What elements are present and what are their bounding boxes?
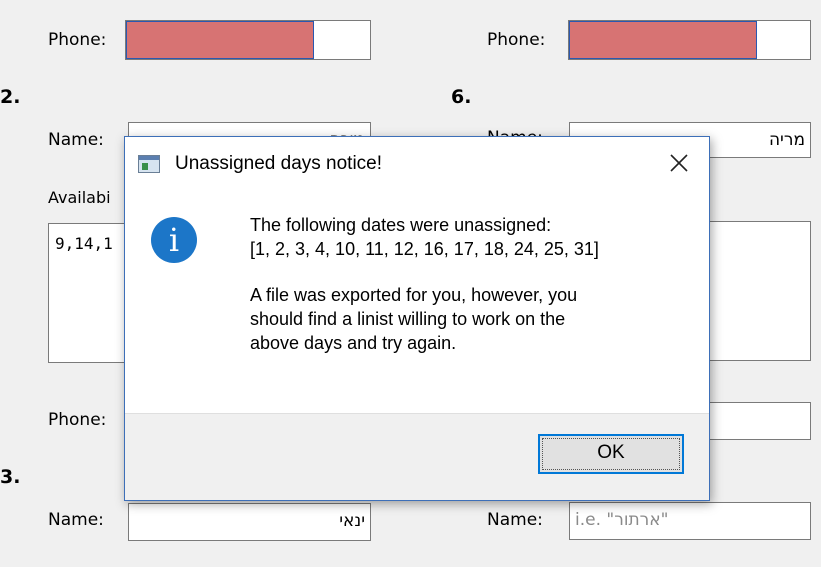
phone-field[interactable] <box>125 20 371 60</box>
info-icon: i <box>151 217 197 263</box>
entry-number: 6. <box>451 86 472 108</box>
phone-field[interactable] <box>568 20 811 60</box>
dialog-titlebar[interactable]: Unassigned days notice! <box>125 137 709 193</box>
phone-label: Phone: <box>487 30 546 50</box>
message-line: should find a linist willing to work on … <box>250 309 566 329</box>
app-window-icon <box>138 155 160 173</box>
name-input-placeholder[interactable]: i.e. "ארתור" <box>569 502 811 540</box>
phone-label: Phone: <box>48 30 107 50</box>
name-label: Name: <box>487 510 543 530</box>
notice-dialog: Unassigned days notice! i The following … <box>124 136 710 501</box>
message-line: above days and try again. <box>250 333 457 353</box>
phone-label: Phone: <box>48 410 107 430</box>
message-line: The following dates were unassigned: <box>250 215 552 235</box>
info-glyph: i <box>168 221 180 259</box>
entry-number: 3. <box>0 466 21 488</box>
phone-invalid-highlight <box>569 21 757 59</box>
unassigned-dates: [1, 2, 3, 4, 10, 11, 12, 16, 17, 18, 24,… <box>250 239 599 259</box>
name-input[interactable]: ינאי <box>128 503 371 541</box>
dialog-title: Unassigned days notice! <box>175 153 383 174</box>
entry-number: 2. <box>0 86 21 108</box>
ok-button[interactable]: OK <box>538 434 684 474</box>
phone-invalid-highlight <box>126 21 314 59</box>
dialog-message: The following dates were unassigned: [1,… <box>250 213 599 355</box>
availability-label: Availabi <box>48 188 111 207</box>
close-icon[interactable] <box>663 147 695 179</box>
name-label: Name: <box>48 510 104 530</box>
name-placeholder: i.e. "ארתור" <box>575 510 669 530</box>
message-line: A file was exported for you, however, yo… <box>250 285 578 305</box>
name-label: Name: <box>48 130 104 150</box>
